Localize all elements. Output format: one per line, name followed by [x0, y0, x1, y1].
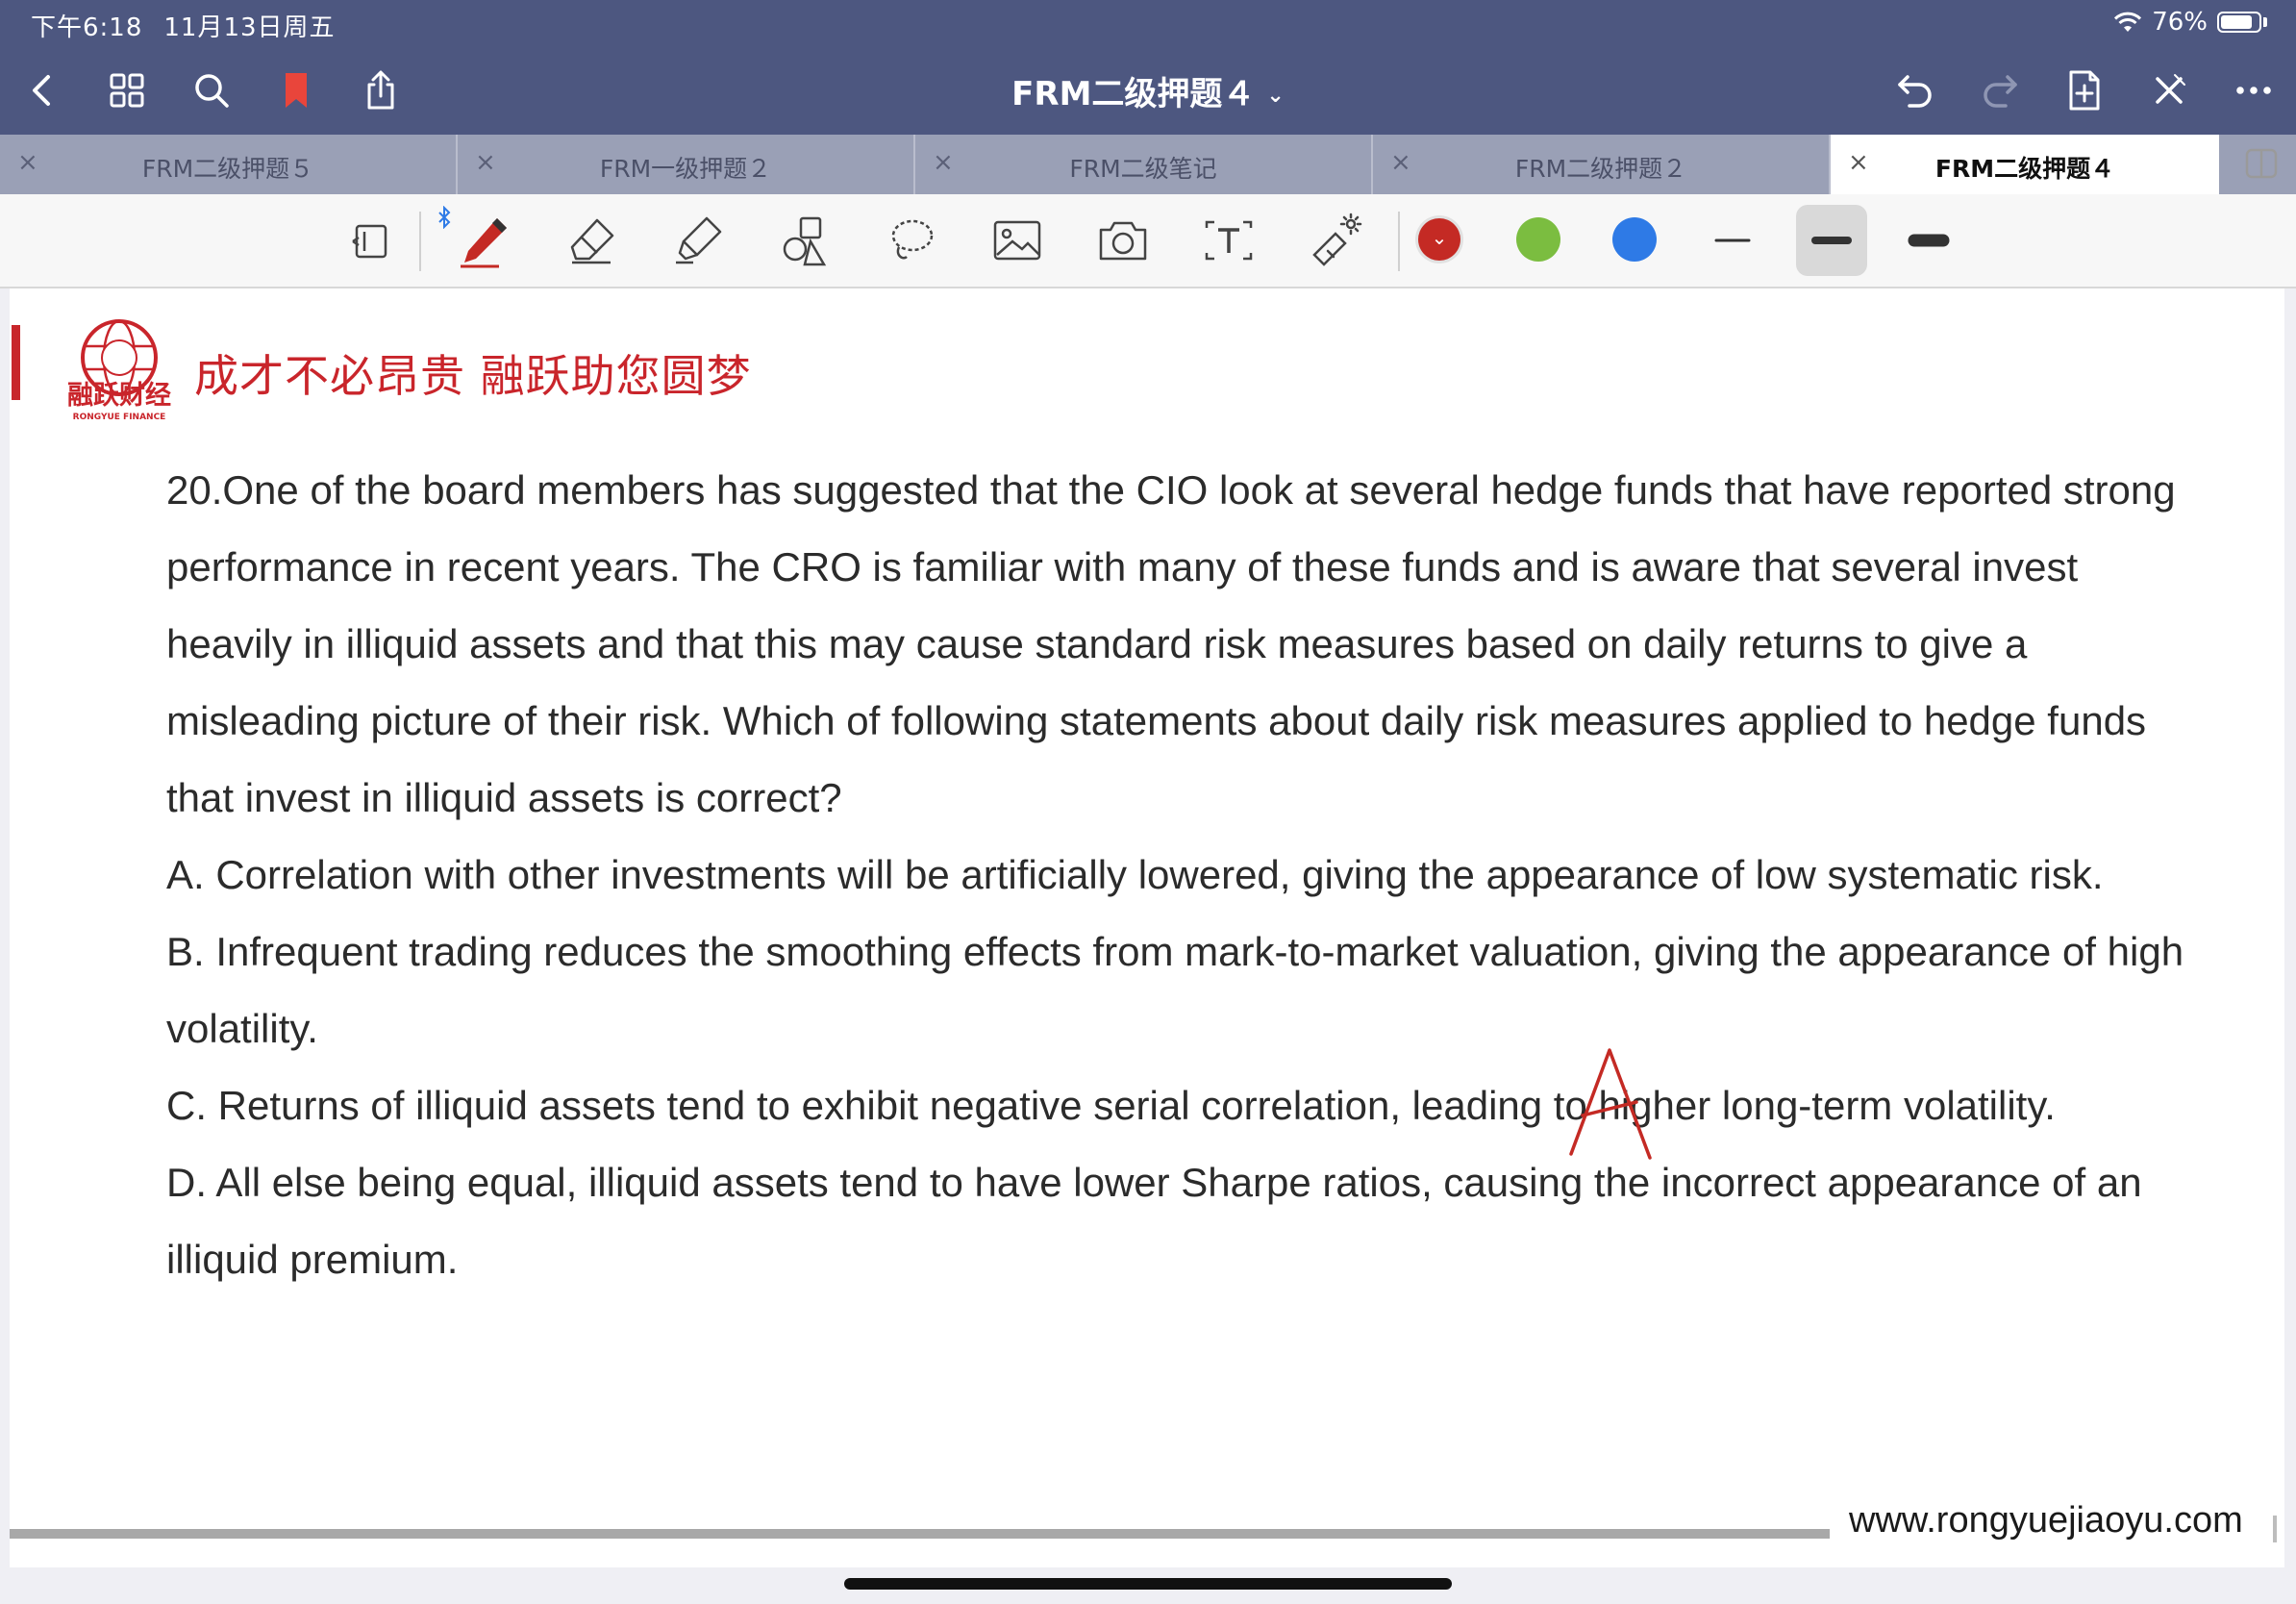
battery-cap — [2263, 17, 2267, 27]
text-icon[interactable] — [1196, 208, 1261, 273]
camera-icon[interactable] — [1090, 208, 1156, 273]
question-text: 20.One of the board members has suggeste… — [166, 467, 2176, 820]
document-title-text: FRM二级押题４ — [1011, 75, 1256, 113]
chevron-down-icon: ⌄ — [1266, 84, 1285, 108]
pen-icon[interactable] — [452, 208, 517, 273]
shapes-icon[interactable] — [773, 208, 838, 273]
footer-rule — [10, 1529, 1830, 1539]
tab-label: FRM一级押题２ — [599, 155, 772, 183]
stroke-thin-option[interactable] — [1700, 208, 1765, 273]
battery-percent: 76% — [2152, 8, 2208, 37]
nav-bar: FRM二级押题４ ⌄ — [0, 46, 2296, 135]
footer-url: www.rongyuejiaoyu.com — [1849, 1500, 2243, 1541]
status-date: 11月13日周五 — [163, 13, 336, 42]
app-header: 下午6:18 11月13日周五 76% FRM二级押题４ ⌄ — [0, 0, 2296, 135]
logo-text: 融跃财经 — [67, 380, 171, 411]
status-bar: 下午6:18 11月13日周五 76% — [0, 0, 2296, 46]
image-icon[interactable] — [985, 208, 1050, 273]
tab-label: FRM二级押题４ — [1934, 155, 2115, 183]
document-page[interactable]: 融跃财经 RONGYUE FINANCE 成才不必昂贵 融跃助您圆梦 20.On… — [10, 288, 2284, 1567]
tab-frm1-mock2[interactable]: × FRM一级押题２ — [458, 135, 915, 194]
handwritten-answer — [1569, 1048, 1652, 1160]
undo-icon[interactable] — [1886, 62, 1944, 119]
tab-label: FRM二级押题２ — [1514, 155, 1687, 183]
tool-bar: ⌄ — [0, 194, 2296, 288]
bluetooth-icon — [438, 206, 451, 229]
status-indicators: 76% — [2113, 8, 2267, 37]
color-green[interactable] — [1516, 217, 1560, 262]
option-a: A. Correlation with other investments wi… — [166, 852, 2104, 897]
document-title[interactable]: FRM二级押题４ ⌄ — [0, 67, 2296, 114]
footer-mark — [2273, 1516, 2277, 1542]
page-layout-icon[interactable] — [340, 208, 406, 273]
option-b: B. Infrequent trading reduces the smooth… — [166, 929, 2184, 1051]
battery-icon — [2217, 12, 2261, 33]
tab-frm2-mock4[interactable]: × FRM二级押题４ — [1831, 135, 2219, 194]
rongyue-logo: 融跃财经 RONGYUE FINANCE — [67, 319, 171, 422]
logo-subtext: RONGYUE FINANCE — [73, 413, 166, 422]
tab-bar: × FRM二级押题５ × FRM一级押题２ × FRM二级笔记 × FRM二级押… — [0, 135, 2296, 194]
more-icon[interactable] — [2225, 62, 2283, 119]
toolbar-divider — [1398, 212, 1400, 271]
stroke-thick-option[interactable] — [1896, 208, 1961, 273]
tab-label: FRM二级笔记 — [1069, 155, 1217, 183]
highlighter-icon[interactable] — [665, 208, 731, 273]
option-c: C. Returns of illiquid assets tend to ex… — [166, 1083, 2056, 1128]
status-time: 下午6:18 — [31, 13, 143, 42]
tab-frm2-mock2[interactable]: × FRM二级押题２ — [1373, 135, 1831, 194]
eraser-icon[interactable] — [560, 208, 625, 273]
tab-frm2-mock5[interactable]: × FRM二级押题５ — [0, 135, 458, 194]
lasso-icon[interactable] — [879, 208, 944, 273]
color-blue[interactable] — [1612, 217, 1657, 262]
split-view-icon[interactable] — [2244, 146, 2279, 181]
header-accent-bar — [12, 325, 20, 400]
tab-label: FRM二级押题５ — [141, 155, 314, 183]
tab-frm2-notes[interactable]: × FRM二级笔记 — [915, 135, 1373, 194]
close-pen-icon[interactable] — [2140, 62, 2198, 119]
home-indicator[interactable] — [844, 1578, 1452, 1590]
toolbar-divider — [419, 212, 421, 271]
slogan: 成才不必昂贵 融跃助您圆梦 — [194, 350, 752, 402]
chevron-down-icon: ⌄ — [1431, 226, 1448, 249]
redo-icon[interactable] — [1971, 62, 2029, 119]
wifi-icon — [2114, 12, 2142, 32]
color-red[interactable]: ⌄ — [1418, 218, 1460, 261]
laser-pointer-icon[interactable] — [1302, 208, 1367, 273]
stroke-medium-option[interactable] — [1796, 205, 1867, 276]
add-page-icon[interactable] — [2056, 62, 2113, 119]
status-time-date: 下午6:18 11月13日周五 — [31, 8, 357, 43]
question-content: 20.One of the board members has suggeste… — [166, 452, 2185, 1298]
option-d: D. All else being equal, illiquid assets… — [166, 1160, 2142, 1282]
